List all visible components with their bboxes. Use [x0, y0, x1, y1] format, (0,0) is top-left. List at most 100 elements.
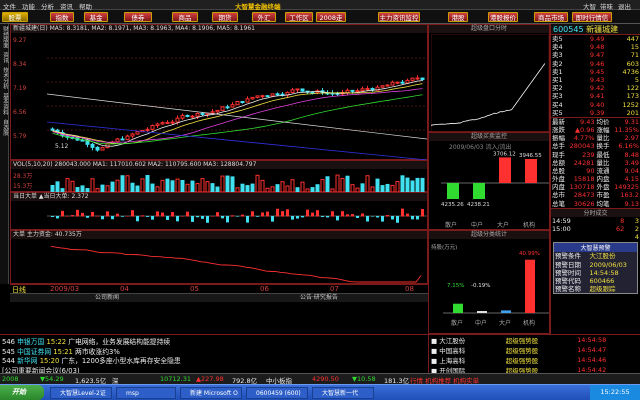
ask-row[interactable]: 卖4 9.48 15: [551, 43, 640, 51]
bigorder-bar: [406, 213, 409, 217]
tab-workspace[interactable]: 工作区: [285, 12, 313, 22]
bigorder-bar: [221, 216, 224, 219]
alert-box-row: 预警时间 14:54:58: [554, 269, 637, 277]
taskbar-item[interactable]: 大智慧新一代: [312, 387, 374, 399]
volume-bar: [70, 180, 75, 192]
taskbar-item[interactable]: 新建 Microsoft O: [180, 387, 242, 399]
left-tab-news[interactable]: 财经版面: [0, 24, 9, 50]
bigorder-bar: [91, 211, 94, 217]
tab-company-news[interactable]: 公司新闻: [95, 294, 119, 302]
candle: [135, 131, 140, 135]
candle: [260, 95, 265, 98]
left-tab-fundamentals[interactable]: 基本资料: [0, 91, 9, 117]
capital-panel[interactable]: 超级分类统计 散户 中户 大户 机构 7.15% -0.19% 40.99% 持股(万元): [428, 230, 550, 334]
volume-bar: [150, 183, 155, 192]
bid-row[interactable]: 买1 9.43 5: [551, 76, 640, 84]
capital-title: 超级分类统计: [429, 231, 549, 239]
ask-row[interactable]: 卖2 9.46 603: [551, 60, 640, 68]
alert-list-row[interactable]: ■ 上海高科 超级强势股 14:54:46: [429, 355, 640, 365]
alert-box-value: 600466: [589, 276, 615, 285]
tab-2008[interactable]: 2008走势: [316, 12, 346, 32]
stat-value: 163.2: [620, 191, 639, 200]
taskbar-item[interactable]: msp: [116, 387, 176, 399]
candle: [125, 135, 130, 141]
volume-y-label: 15.3万: [13, 183, 33, 190]
volume-bar: [145, 174, 150, 192]
tab-announcement[interactable]: 公告·研究报告: [300, 294, 338, 302]
alert-box-title: 大智慧预警: [554, 243, 637, 253]
candle: [50, 128, 55, 131]
tab-live-quote[interactable]: 即时行情信息: [572, 12, 612, 32]
bigorder-bar: [166, 216, 169, 220]
bid-row[interactable]: 买5 9.39 201: [551, 109, 640, 117]
volume-bar: [280, 181, 285, 192]
start-button[interactable]: 开始: [0, 385, 44, 400]
kline-chart-pane[interactable]: 新疆城建(日) MA5: 8.3181, MA2: 8.1971, MA3: 8…: [10, 24, 428, 160]
bigorder-bar: [266, 211, 269, 217]
intraday-panel[interactable]: 超级盘口分时: [428, 24, 550, 132]
bigorder-bar: [76, 209, 79, 217]
taskbar-item[interactable]: 0600459 (600): [246, 387, 308, 399]
trend-line: [47, 93, 427, 140]
bigorder-pane[interactable]: 当日大单 ▲当日大单: 2.372: [10, 192, 428, 230]
trend-line: [47, 121, 427, 160]
volume-monitor-bar: [473, 183, 485, 199]
kline-y-label: 5.79: [13, 133, 27, 140]
x-axis: 日线 2009/03 04 05 06 07 08: [10, 284, 428, 294]
candle: [420, 77, 425, 81]
ask-row[interactable]: 卖1 9.45 4736: [551, 68, 640, 76]
tab-capital-monitor[interactable]: 主力资讯监控: [378, 12, 420, 22]
news-item[interactable]: 545 中国证券网 15:21 两市收涨约3%: [2, 346, 120, 356]
stat-value: 9.31: [624, 117, 639, 126]
bigorder-bar: [351, 214, 354, 217]
tab-stocks[interactable]: 股票: [2, 12, 28, 22]
volume-bar: [205, 181, 210, 192]
flow-pane[interactable]: 大单 主力资金: 40.735万: [10, 230, 428, 284]
volume-bar: [240, 183, 245, 192]
tab-hk[interactable]: 港股: [448, 12, 468, 22]
stat-value: 2.97: [624, 134, 639, 143]
bigorder-header: 当日大单 ▲当日大单: 2.372: [11, 193, 427, 201]
tab-futures[interactable]: 期货: [212, 12, 238, 22]
stat-label: 均笔: [596, 199, 610, 208]
taskbar-item[interactable]: 大智慧Level-2证: [50, 387, 112, 399]
left-tab-tech[interactable]: 技术分析: [0, 65, 9, 91]
news-item[interactable]: 546 申银万国 15:22 广电网络，业务发展结构能提持续: [2, 336, 170, 346]
bigorder-bar: [306, 209, 309, 217]
candle: [95, 146, 100, 151]
volume-header: VOL(5,10,20) 280043.000 MA1: 117010.602 …: [11, 161, 427, 169]
kline-y-label: 7.19: [13, 85, 27, 92]
tab-bond[interactable]: 债券: [124, 12, 152, 22]
stat-value: 239: [582, 150, 595, 159]
left-tab-watchlist[interactable]: 自选股: [0, 117, 9, 138]
tab-commodity-market[interactable]: 商品市场: [534, 12, 568, 22]
bid-row[interactable]: 买2 9.42 122: [551, 84, 640, 92]
ask-row[interactable]: 卖5 9.49 447: [551, 35, 640, 43]
tab-fund[interactable]: 基金: [84, 12, 108, 22]
volume-monitor-panel[interactable]: 超级买卖监控 2009/06/03 流入/流出 4235.26 散户 4238.21…: [428, 132, 550, 230]
bid-row[interactable]: 买4 9.40 1252: [551, 101, 640, 109]
tab-commodity[interactable]: 商品: [172, 12, 198, 22]
intraday-title: 超级盘口分时: [429, 25, 549, 33]
bid-row[interactable]: 买3 9.41 173: [551, 92, 640, 100]
alert-list-row[interactable]: ■ 中国高科 超级强势股 14:54:47: [429, 345, 640, 355]
status-item: 10712.31: [160, 375, 192, 383]
tab-index[interactable]: 指数: [50, 12, 74, 22]
volume-chart-pane[interactable]: VOL(5,10,20) 280043.000 MA1: 117010.602 …: [10, 160, 428, 192]
volume-bar: [255, 174, 260, 192]
candle: [130, 133, 135, 137]
ask-row[interactable]: 卖3 9.47 71: [551, 51, 640, 59]
news-item[interactable]: 544 新华网 15:20 广东，1200多座小型水库再存安全隐患: [2, 355, 181, 365]
bigorder-bar: [361, 213, 364, 217]
tab-hk-quote[interactable]: 港股报价: [488, 12, 518, 22]
candle: [295, 88, 300, 91]
volume-monitor-title: 超级买卖监控: [429, 133, 549, 141]
tab-forex[interactable]: 外汇: [252, 12, 276, 22]
alert-list-row[interactable]: ■ 大江股份 超级强势股 14:54:58: [429, 335, 640, 345]
ask-level: 卖5: [552, 35, 563, 44]
bigorder-bar: [101, 216, 104, 220]
bigorder-bar: [56, 216, 59, 219]
bigorder-bar: [196, 216, 199, 218]
left-tab-info[interactable]: 资讯: [0, 50, 9, 65]
bigorder-bar: [236, 216, 239, 217]
